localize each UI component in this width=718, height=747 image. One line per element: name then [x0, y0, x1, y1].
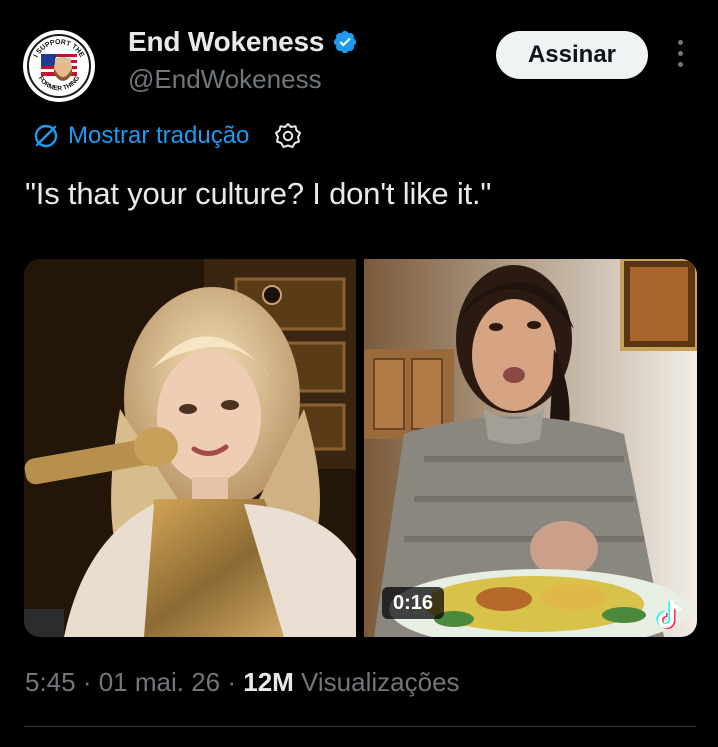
name-line: End Wokeness — [128, 26, 358, 58]
show-translation-link[interactable]: Mostrar tradução — [68, 122, 249, 150]
display-name[interactable]: End Wokeness — [128, 26, 324, 58]
tiktok-icon — [650, 596, 690, 636]
views-count[interactable]: 12M — [243, 667, 294, 697]
tweet-header: I SUPPORT THE FORMER THING End Wokeness … — [0, 0, 718, 110]
video-duration-badge: 0:16 — [382, 587, 444, 619]
views-label: Visualizações — [293, 667, 460, 697]
tweet-meta: 5:45 · 01 mai. 26 · 12M Visualizações — [25, 667, 460, 698]
subscribe-button[interactable]: Assinar — [496, 31, 648, 79]
gear-icon[interactable] — [273, 121, 303, 151]
meta-separator: · — [220, 667, 244, 697]
avatar[interactable]: I SUPPORT THE FORMER THING — [23, 30, 95, 102]
divider — [24, 726, 696, 727]
tweet-date[interactable]: 01 mai. 26 — [99, 667, 220, 697]
handle[interactable]: @EndWokeness — [128, 64, 322, 95]
media-video-right[interactable] — [364, 259, 697, 637]
media-image-left[interactable] — [24, 259, 356, 637]
meta-separator: · — [75, 667, 99, 697]
translate-icon[interactable] — [32, 122, 60, 150]
show-translation: Mostrar tradução — [32, 118, 303, 154]
verified-badge-icon — [332, 29, 358, 55]
more-vertical-icon[interactable] — [672, 40, 688, 70]
tweet-text: "Is that your culture? I don't like it." — [25, 176, 492, 211]
tweet-time[interactable]: 5:45 — [25, 667, 76, 697]
media-grid[interactable] — [24, 259, 697, 637]
